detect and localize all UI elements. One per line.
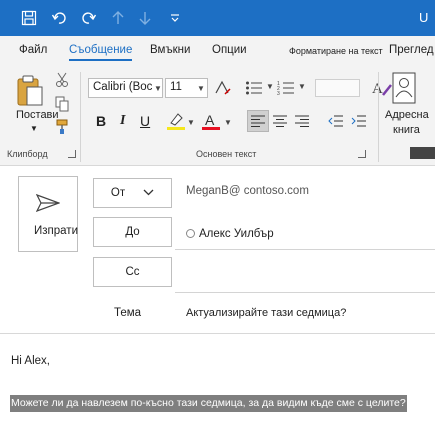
undo-icon[interactable] xyxy=(47,0,71,36)
font-name-value: Calibri (Boc xyxy=(93,81,153,93)
tab-review[interactable]: Преглед xyxy=(389,44,434,56)
clipboard-group-label: Клипборд xyxy=(7,149,48,159)
from-dropdown-icon xyxy=(143,187,154,199)
send-label: Изпрати xyxy=(34,225,78,237)
group-divider xyxy=(378,72,379,162)
tab-file[interactable]: Файл xyxy=(19,44,47,56)
to-label: До xyxy=(125,226,140,238)
font-color-icon[interactable]: A xyxy=(200,110,222,132)
bullets-icon[interactable] xyxy=(244,78,264,98)
from-label: От xyxy=(110,187,126,199)
cc-button[interactable]: Cc xyxy=(93,257,172,287)
highlight-dropdown-icon[interactable]: ▼ xyxy=(187,118,195,127)
customize-icon[interactable] xyxy=(168,0,182,36)
address-book-icon[interactable] xyxy=(390,70,418,106)
clear-formatting-icon[interactable] xyxy=(213,78,233,98)
redo-icon[interactable] xyxy=(77,0,101,36)
selected-body-text[interactable]: Можете ли да навлезем по-късно тази седм… xyxy=(10,395,407,412)
presence-icon xyxy=(186,229,195,238)
numbering-dropdown-icon[interactable]: ▼ xyxy=(298,82,306,91)
align-center-icon[interactable] xyxy=(271,113,289,129)
from-value: MeganB@ contoso.com xyxy=(186,185,309,197)
bullets-dropdown-icon[interactable]: ▼ xyxy=(266,82,274,91)
font-name-dropdown-icon[interactable]: ▼ xyxy=(154,84,162,93)
tab-options[interactable]: Опции xyxy=(212,44,247,56)
paste-icon[interactable] xyxy=(14,72,46,108)
numbering-icon[interactable]: 123 xyxy=(276,78,296,98)
style-gallery[interactable] xyxy=(312,78,362,98)
paste-dropdown-icon[interactable]: ▼ xyxy=(30,124,38,133)
bold-button[interactable]: B xyxy=(96,113,106,129)
send-button[interactable]: Изпрати xyxy=(18,176,78,252)
ribbon: Постави ▼ Клипборд Calibri (Boc ▼ 11 ▼ ▼… xyxy=(0,64,435,166)
decrease-indent-icon[interactable] xyxy=(327,113,345,129)
tab-message[interactable]: Съобщение xyxy=(69,44,133,61)
cc-label: Cc xyxy=(125,266,140,278)
to-recipient[interactable]: Алекс Уилбър xyxy=(199,228,274,240)
to-button[interactable]: До xyxy=(93,217,172,247)
ribbon-tabs: Файл Съобщение Вмъкни Опции Форматиране … xyxy=(0,36,435,64)
format-painter-icon[interactable] xyxy=(54,118,70,136)
to-field-line xyxy=(175,249,435,250)
greeting-text[interactable]: Hi Alex, xyxy=(11,355,50,367)
body-separator xyxy=(0,333,435,334)
cc-field-line xyxy=(175,292,435,293)
address-book-label-2[interactable]: книга xyxy=(393,124,420,136)
send-icon xyxy=(35,193,61,213)
down-arrow-icon[interactable] xyxy=(135,0,155,36)
font-color-dropdown-icon[interactable]: ▼ xyxy=(224,118,232,127)
align-left-icon xyxy=(249,113,267,129)
paste-label[interactable]: Постави xyxy=(16,109,59,121)
align-right-icon[interactable] xyxy=(293,113,311,129)
increase-indent-icon[interactable] xyxy=(350,113,368,129)
font-name-combo[interactable]: Calibri (Boc xyxy=(88,78,163,98)
title-bar: U xyxy=(0,0,435,36)
basic-text-group-label: Основен текст xyxy=(196,149,257,159)
from-button[interactable]: От xyxy=(93,178,172,208)
highlight-color-icon[interactable] xyxy=(165,110,187,132)
up-arrow-icon[interactable] xyxy=(108,0,128,36)
window-title: U xyxy=(419,10,429,25)
italic-button[interactable]: I xyxy=(120,113,125,129)
cut-icon[interactable] xyxy=(54,72,70,88)
collapse-ribbon-button[interactable] xyxy=(410,147,435,159)
basic-text-launcher-icon[interactable] xyxy=(358,150,366,158)
tab-format-text[interactable]: Форматиране на текст xyxy=(289,46,383,56)
font-size-dropdown-icon[interactable]: ▼ xyxy=(197,84,205,93)
subject-input[interactable]: Актуализирайте тази седмица? xyxy=(186,307,346,319)
subject-label: Тема xyxy=(114,307,142,319)
font-size-value: 11 xyxy=(170,81,182,93)
svg-text:A: A xyxy=(205,112,215,128)
style-preview xyxy=(314,79,360,97)
save-icon[interactable] xyxy=(16,0,42,36)
address-book-label-1[interactable]: Адресна xyxy=(385,109,429,121)
copy-icon[interactable] xyxy=(54,95,70,113)
underline-button[interactable]: U xyxy=(140,113,150,129)
clipboard-launcher-icon[interactable] xyxy=(68,150,76,158)
tab-insert[interactable]: Вмъкни xyxy=(150,44,190,56)
group-divider xyxy=(80,72,81,162)
svg-text:3: 3 xyxy=(277,91,280,96)
